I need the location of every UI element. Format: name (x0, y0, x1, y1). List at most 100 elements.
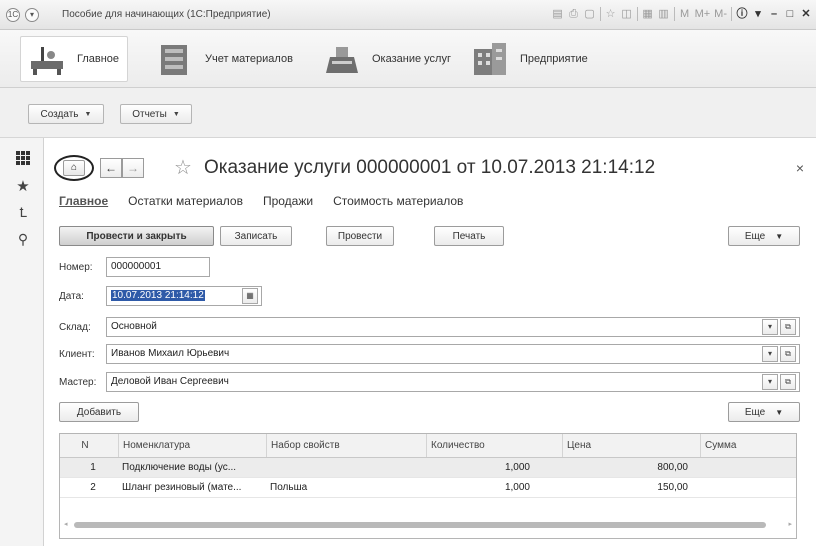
column-header-qty[interactable]: Количество (426, 434, 562, 457)
save-icon[interactable]: ▤ (552, 6, 564, 22)
cell-props: Польша (270, 482, 308, 493)
minimize-icon[interactable]: – (768, 6, 780, 22)
title-toolbar: ▤ ⎙ ▢ ☆ ◫ ▦ ▥ M M+ M- ⓘ ▾ – □ ✕ (552, 6, 812, 22)
open-icon[interactable]: ⧉ (780, 319, 796, 335)
separator (599, 7, 601, 21)
table-row[interactable]: 1 Подключение воды (ус... 1,000 800,00 (60, 458, 796, 478)
memory-minus-button[interactable]: M- (714, 6, 727, 22)
chevron-down-icon[interactable]: ▾ (762, 374, 778, 390)
boxes-icon (155, 39, 195, 79)
command-bar: Создать ▼ Отчеты ▼ (0, 88, 816, 138)
cell-price: 150,00 (657, 482, 688, 493)
search-icon[interactable]: ⚲ (14, 230, 32, 248)
preview-icon[interactable]: ▢ (584, 6, 596, 22)
reports-label: Отчеты (132, 108, 167, 120)
section-materials[interactable]: Учет материалов (155, 36, 293, 82)
memory-m-button[interactable]: M (679, 6, 691, 22)
print-button[interactable]: Печать (434, 226, 504, 246)
form-title: Оказание услуги 000000001 от 10.07.2013 … (204, 157, 656, 178)
dropdown-icon[interactable]: ▾ (752, 6, 764, 22)
history-icon[interactable]: ◫ (621, 6, 633, 22)
tab-material-cost[interactable]: Стоимость материалов (333, 194, 463, 208)
section-services[interactable]: Оказание услуг (322, 36, 451, 82)
calendar-icon[interactable]: ▦ (242, 288, 258, 304)
warehouse-field[interactable]: Основной (106, 317, 800, 337)
tab-sales[interactable]: Продажи (263, 194, 313, 208)
table-header: N Номенклатура Набор свойств Количество … (60, 434, 796, 458)
master-label: Мастер: (59, 377, 97, 388)
cell-item: Шланг резиновый (мате... (122, 482, 242, 493)
section-label: Предприятие (520, 53, 588, 65)
scroll-left-icon[interactable]: ◂ (64, 520, 68, 528)
open-icon[interactable]: ⧉ (780, 374, 796, 390)
building-icon (470, 39, 510, 79)
separator (731, 7, 732, 21)
cell-n: 2 (90, 482, 96, 493)
home-icon[interactable]: ⌂ (63, 160, 85, 176)
cell-qty: 1,000 (504, 462, 530, 473)
create-menu-button[interactable]: Создать ▼ (28, 104, 104, 124)
cell-n: 1 (90, 462, 96, 473)
date-label: Дата: (59, 291, 84, 302)
column-header-n[interactable]: N (60, 434, 110, 457)
number-field[interactable]: 000000001 (106, 257, 210, 277)
column-header-sum[interactable]: Сумма (700, 434, 796, 457)
main-menu-icon[interactable]: ▾ (25, 8, 39, 22)
separator (673, 7, 675, 21)
scroll-right-icon[interactable]: ▸ (788, 520, 792, 528)
table-row[interactable]: 2 Шланг резиновый (мате... Польша 1,000 … (60, 478, 796, 498)
app-logo-icon[interactable]: 1С (6, 8, 20, 22)
history-icon[interactable]: Ꝉ (14, 204, 32, 222)
home-button-highlight: ⌂ (54, 155, 94, 181)
post-and-close-button[interactable]: Провести и закрыть (59, 226, 214, 246)
section-label: Оказание услуг (372, 53, 451, 65)
chevron-down-icon[interactable]: ▾ (762, 346, 778, 362)
favorite-star-icon[interactable]: ☆ (174, 155, 192, 180)
more-actions-button[interactable]: Еще ▼ (728, 226, 800, 246)
title-bar: 1С ▾ Пособие для начинающих (1С:Предприя… (0, 0, 816, 30)
cell-item: Подключение воды (ус... (122, 462, 237, 473)
tab-main[interactable]: Главное (59, 194, 108, 208)
favorites-icon[interactable]: ☆ (605, 6, 617, 22)
print-icon[interactable]: ⎙ (568, 6, 580, 22)
calculator-icon[interactable]: ▦ (642, 6, 654, 22)
number-label: Номер: (59, 262, 93, 273)
section-enterprise[interactable]: Предприятие (470, 36, 588, 82)
post-button[interactable]: Провести (326, 226, 394, 246)
tab-material-balances[interactable]: Остатки материалов (128, 194, 243, 208)
reports-menu-button[interactable]: Отчеты ▼ (120, 104, 192, 124)
cell-props (270, 458, 426, 477)
info-icon[interactable]: ⓘ (736, 6, 748, 22)
table-more-button[interactable]: Еще ▼ (728, 402, 800, 422)
back-button[interactable]: ← (100, 158, 122, 178)
client-field[interactable]: Иванов Михаил Юрьевич (106, 344, 800, 364)
forward-button[interactable]: → (122, 158, 144, 178)
column-header-price[interactable]: Цена (562, 434, 700, 457)
write-button[interactable]: Записать (220, 226, 292, 246)
horizontal-scrollbar[interactable] (74, 522, 766, 528)
column-header-props[interactable]: Набор свойств (266, 434, 426, 457)
all-functions-icon[interactable] (14, 150, 32, 168)
date-value: 10.07.2013 21:14:12 (111, 290, 205, 301)
memory-plus-button[interactable]: M+ (695, 6, 711, 22)
close-form-icon[interactable]: × (796, 160, 804, 176)
client-label: Клиент: (59, 349, 95, 360)
open-icon[interactable]: ⧉ (780, 346, 796, 362)
add-row-button[interactable]: Добавить (59, 402, 139, 422)
chevron-down-icon: ▼ (775, 231, 784, 241)
maximize-icon[interactable]: □ (784, 6, 796, 22)
date-field[interactable]: 10.07.2013 21:14:12 (106, 286, 262, 306)
section-label: Учет материалов (205, 53, 293, 65)
create-label: Создать (40, 108, 79, 120)
calendar-icon[interactable]: ▥ (658, 6, 670, 22)
column-header-item[interactable]: Номенклатура (118, 434, 266, 457)
chevron-down-icon[interactable]: ▾ (762, 319, 778, 335)
cell-price: 800,00 (657, 462, 688, 473)
more-label: Еще (744, 406, 766, 418)
master-field[interactable]: Деловой Иван Сергеевич (106, 372, 800, 392)
close-window-icon[interactable]: ✕ (800, 6, 812, 22)
favorites-star-icon[interactable]: ★ (14, 178, 32, 196)
section-main[interactable]: Главное (20, 36, 129, 82)
chevron-down-icon: ▼ (84, 110, 92, 118)
left-panel: ★ Ꝉ ⚲ (0, 138, 44, 546)
